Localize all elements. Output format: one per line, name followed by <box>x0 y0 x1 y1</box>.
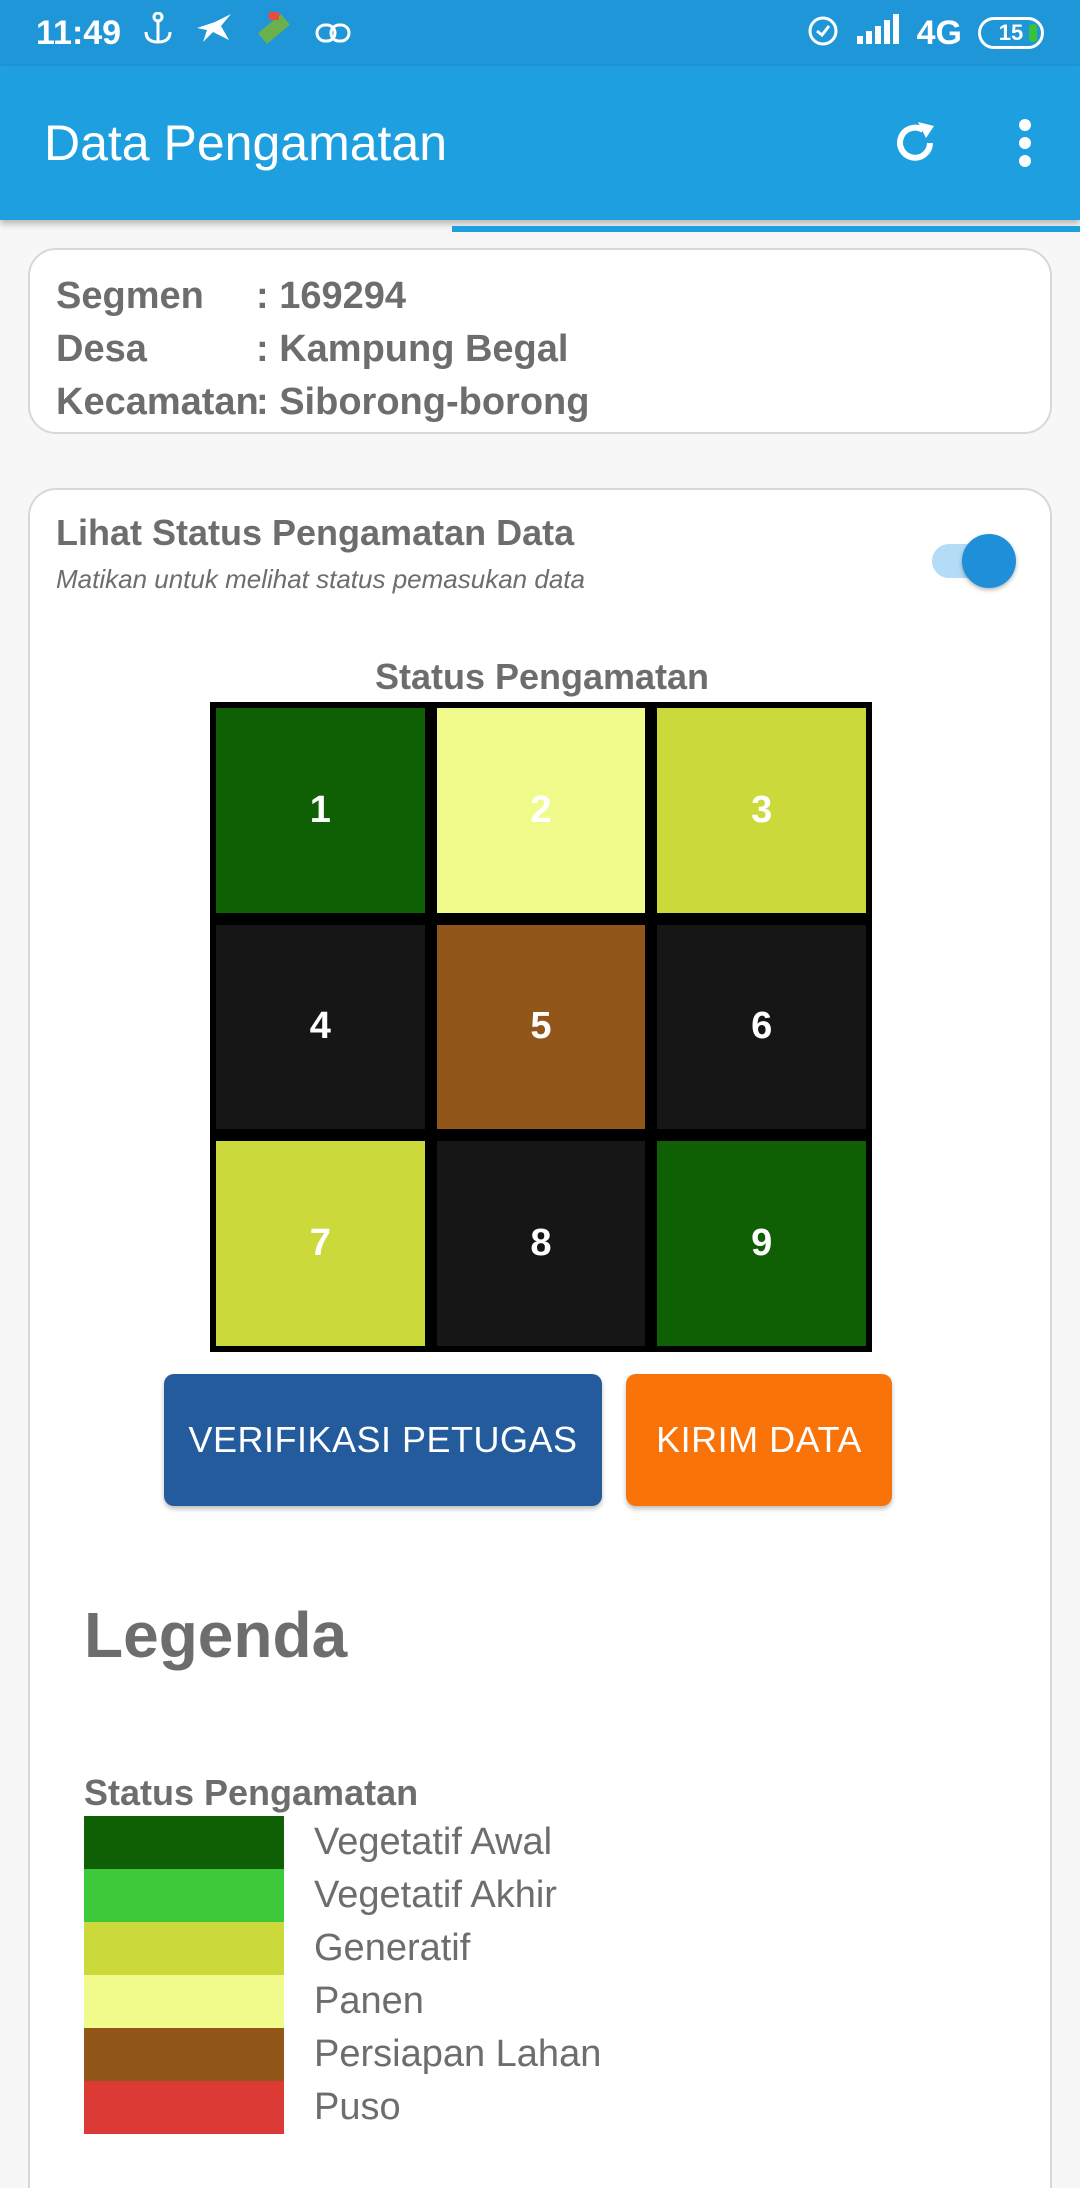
grid-cell[interactable]: 6 <box>657 924 866 1130</box>
legend-label: Vegetatif Awal <box>314 1821 553 1863</box>
info-key: Segmen <box>56 275 204 317</box>
legend-item: Vegetatif Awal <box>84 1816 601 1869</box>
grid-cell[interactable]: 3 <box>657 708 866 913</box>
info-key: Kecamatan <box>56 381 259 423</box>
battery-level: 15 <box>998 20 1024 45</box>
more-options-button[interactable] <box>970 88 1080 198</box>
legend-swatch <box>84 1816 284 1869</box>
network-type: 4G <box>916 13 962 52</box>
observation-card: Lihat Status Pengamatan Data Matikan unt… <box>28 488 1052 2188</box>
info-value: : Kampung Begal <box>256 328 569 370</box>
anchor-icon <box>143 11 173 55</box>
info-row-desa: Desa : Kampung Begal <box>56 323 1024 376</box>
toggle-subtitle: Matikan untuk melihat status pemasukan d… <box>56 564 585 594</box>
battery-icon: 15 <box>978 17 1044 49</box>
legend-label: Panen <box>314 1980 424 2022</box>
legend-title: Legenda <box>84 1599 348 1671</box>
link-icon <box>315 14 351 53</box>
legend-label: Vegetatif Akhir <box>314 1874 557 1916</box>
info-value: : Siborong-borong <box>256 381 590 423</box>
grid-cell[interactable]: 4 <box>216 924 425 1130</box>
refresh-icon <box>897 122 934 161</box>
more-vert-icon <box>1019 119 1031 167</box>
legend-swatch <box>84 1922 284 1975</box>
app-bar: Data Pengamatan <box>0 66 1080 220</box>
grid-cell[interactable]: 2 <box>436 708 646 913</box>
status-time: 11:49 <box>36 13 122 52</box>
segment-info-card: Segmen : 169294 Desa : Kampung Begal Kec… <box>28 248 1052 434</box>
plot-status-grid: 123 456 789 <box>210 702 872 1352</box>
legend-item: Vegetatif Akhir <box>84 1869 601 1922</box>
legend-item: Panen <box>84 1975 601 2028</box>
signal-icon <box>856 13 901 53</box>
legend-label: Generatif <box>314 1927 471 1969</box>
loading-progress-bar <box>452 226 1080 232</box>
bird-icon <box>195 12 233 55</box>
page-title: Data Pengamatan <box>44 115 448 171</box>
grid-cell[interactable]: 8 <box>436 1141 646 1346</box>
grid-cell[interactable]: 9 <box>657 1141 866 1346</box>
send-data-button[interactable]: KIRIM DATA <box>626 1374 892 1506</box>
legend-list: Vegetatif Awal Vegetatif Akhir Generatif Pa… <box>84 1816 601 2134</box>
toggle-title: Lihat Status Pengamatan Data <box>56 512 575 553</box>
legend-swatch <box>84 1975 284 2028</box>
legend-swatch <box>84 2028 284 2081</box>
info-value: : 169294 <box>256 275 407 317</box>
grid-title: Status Pengamatan <box>374 656 710 697</box>
legend-label: Puso <box>314 2086 401 2128</box>
legend-item: Generatif <box>84 1922 601 1975</box>
info-row-segmen: Segmen : 169294 <box>56 270 1024 323</box>
info-key: Desa <box>56 328 147 370</box>
legend-item: Persiapan Lahan <box>84 2028 601 2081</box>
status-bar: 11:49 4G 15 <box>0 0 1080 66</box>
grid-cell[interactable]: 7 <box>216 1141 425 1346</box>
info-row-kecamatan: Kecamatan : Siborong-borong <box>56 376 1024 429</box>
grid-cell[interactable]: 5 <box>436 924 646 1130</box>
legend-swatch <box>84 2081 284 2134</box>
legend-label: Persiapan Lahan <box>314 2033 602 2075</box>
legend-subtitle: Status Pengamatan <box>84 1772 419 1813</box>
verify-officer-button[interactable]: VERIFIKASI PETUGAS <box>164 1374 602 1506</box>
satellite-icon <box>255 10 293 57</box>
grid-cell[interactable]: 1 <box>216 708 425 913</box>
legend-item: Puso <box>84 2081 601 2134</box>
refresh-button[interactable] <box>860 88 970 198</box>
status-toggle-switch[interactable] <box>928 526 1018 588</box>
legend-swatch <box>84 1869 284 1922</box>
alarm-icon <box>805 11 841 56</box>
